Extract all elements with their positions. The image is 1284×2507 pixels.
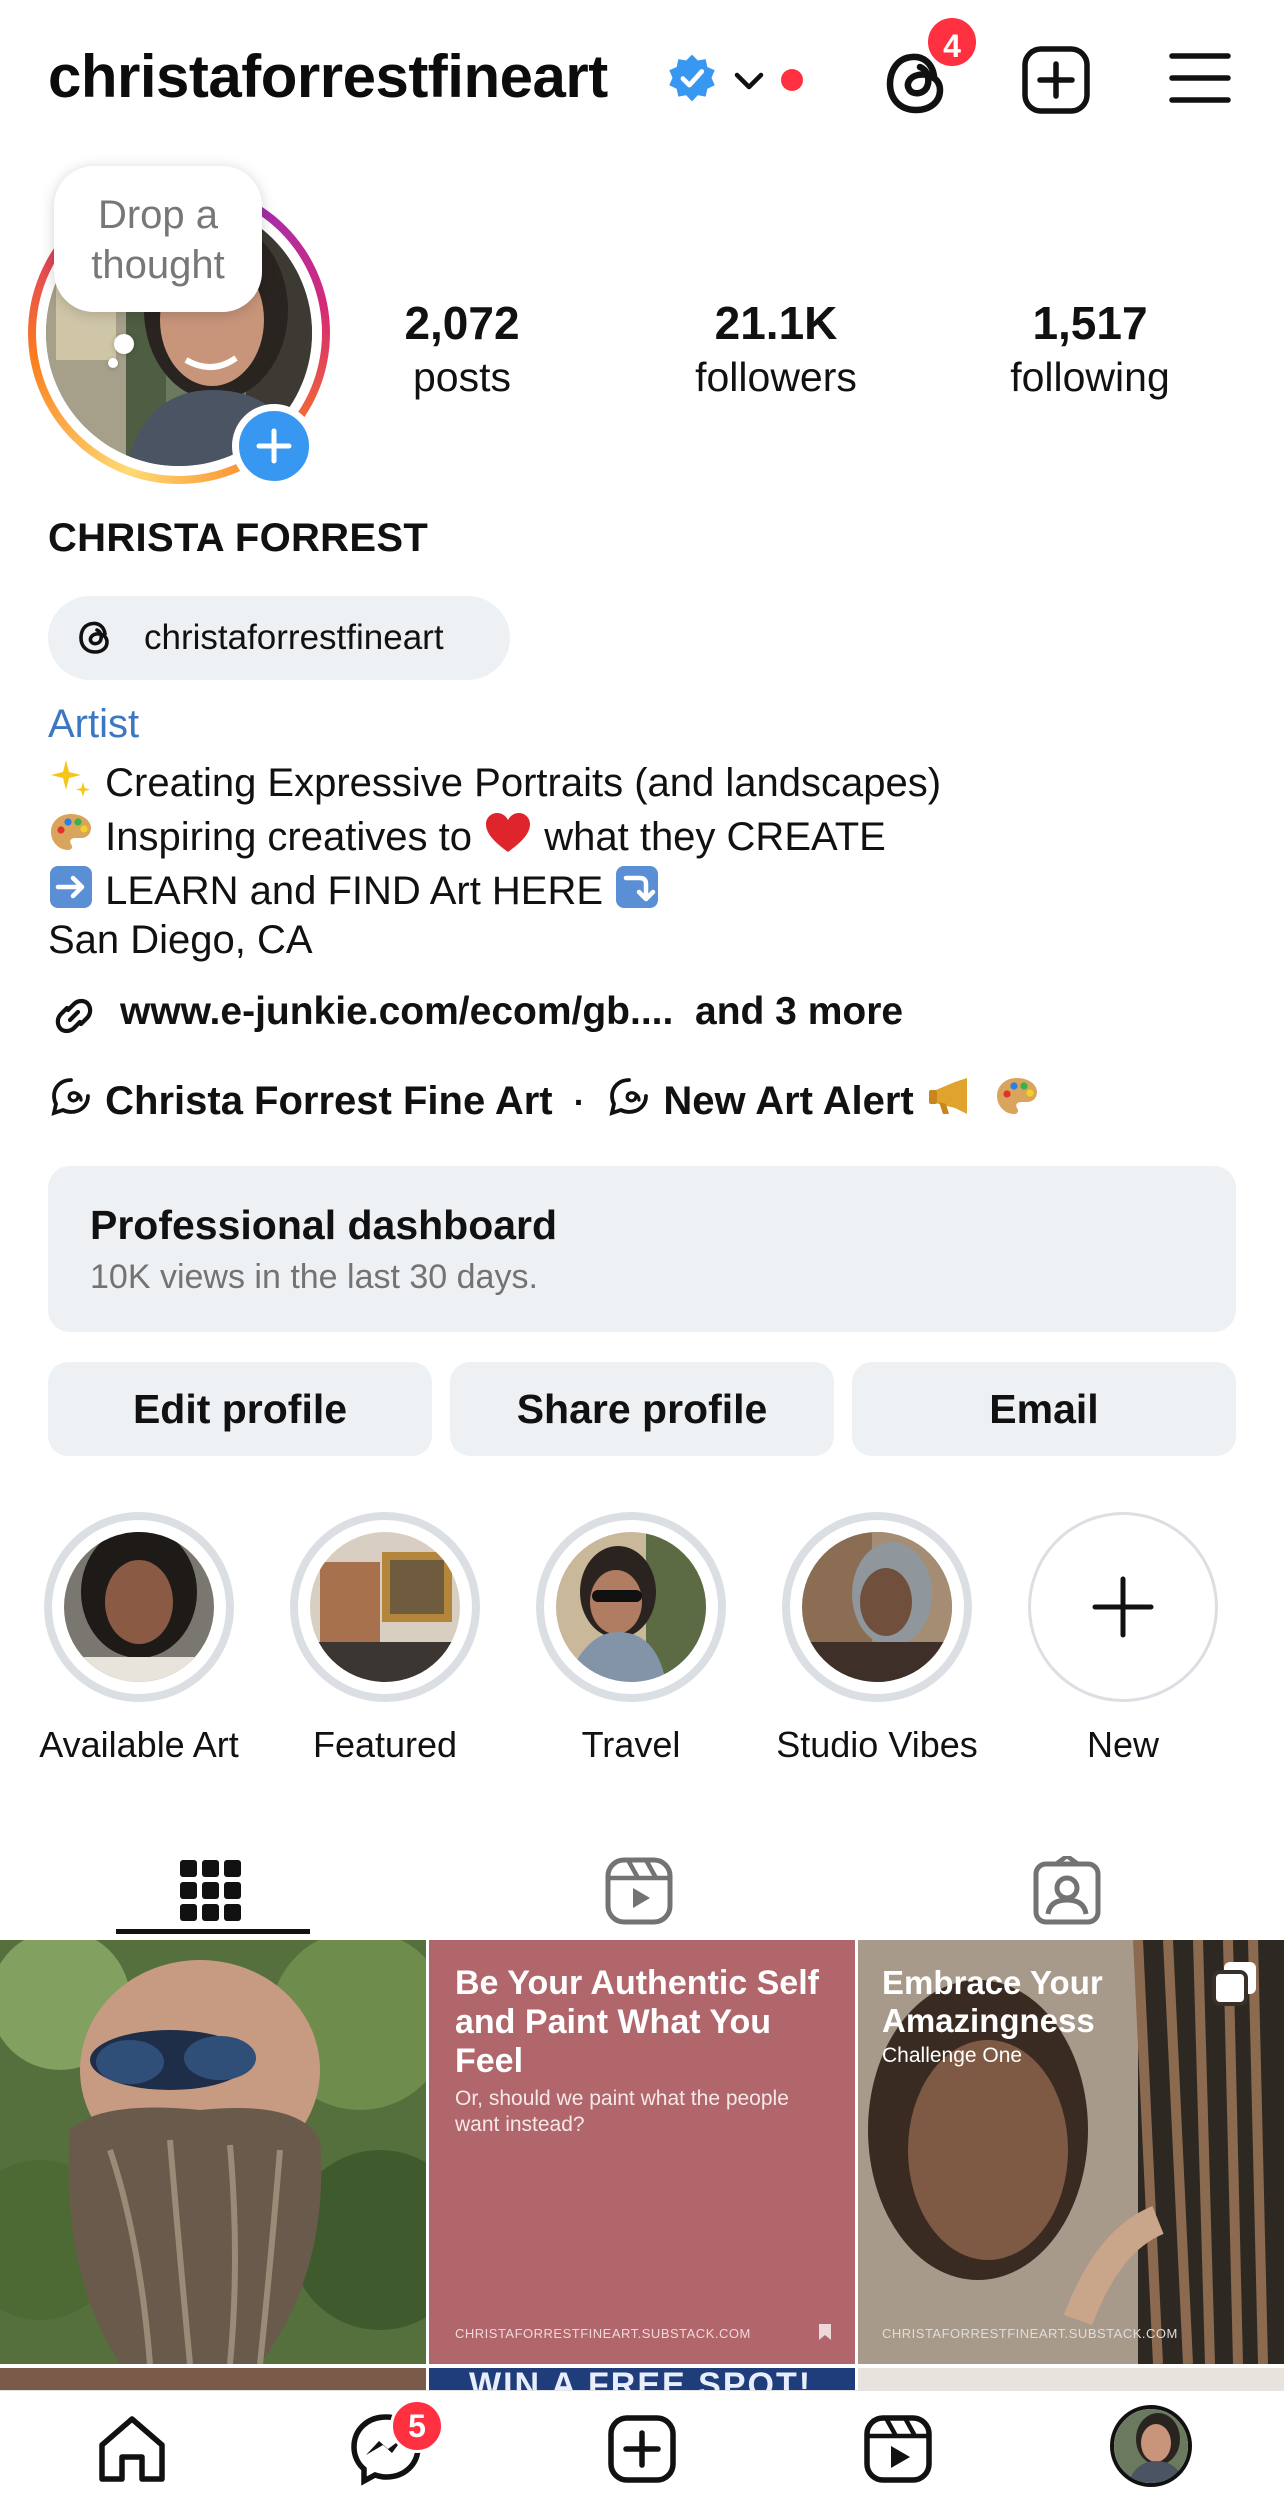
- stat-label: following: [1010, 354, 1170, 400]
- threads-links-row: Christa Forrest Fine Art · New Art Alert: [48, 1074, 1042, 1134]
- palette-icon: [51, 814, 91, 850]
- email-button[interactable]: Email: [852, 1362, 1236, 1456]
- bio-text: Creating Expressive Portraits (and lands…: [105, 761, 942, 805]
- menu-icon[interactable]: [1168, 50, 1232, 106]
- threads-link-2[interactable]: New Art Alert: [663, 1079, 913, 1123]
- link-url[interactable]: www.e-junkie.com/ecom/gb....: [120, 990, 673, 1033]
- post-image-painting: [0, 1940, 426, 2364]
- megaphone-icon: [928, 1078, 967, 1114]
- note-bubble-tail: [114, 334, 134, 354]
- messages-count-badge: 5: [390, 2399, 444, 2453]
- threads-profile-chip[interactable]: christaforrestfineart: [48, 596, 510, 680]
- profile-avatar[interactable]: [1110, 2405, 1192, 2487]
- arrow-curving-down-icon: [616, 866, 659, 908]
- bottom-navigation: 5: [0, 2390, 1284, 2507]
- red-heart-icon: [486, 813, 531, 852]
- threads-count-badge: 4: [924, 14, 980, 70]
- highlight-featured[interactable]: Featured: [290, 1512, 480, 1766]
- active-tab-indicator: [116, 1929, 310, 1934]
- threads-handle: christaforrestfineart: [144, 618, 444, 657]
- stat-posts[interactable]: 2,072 posts: [332, 296, 592, 401]
- threads-icon: [79, 621, 109, 654]
- stat-value: 1,517: [1032, 297, 1148, 349]
- create-icon[interactable]: [1020, 44, 1092, 116]
- threads-link-1[interactable]: Christa Forrest Fine Art: [105, 1079, 552, 1123]
- stat-followers[interactable]: 21.1K followers: [646, 296, 906, 401]
- create-icon[interactable]: [602, 2409, 682, 2489]
- bio-line-1: Creating Expressive Portraits (and lands…: [48, 756, 941, 806]
- post-footer: CHRISTAFORRESTFINEART.SUBSTACK.COM: [882, 2326, 1178, 2341]
- post-subtitle: Or, should we paint what the people want…: [455, 2087, 789, 2136]
- post-tile[interactable]: [0, 1940, 426, 2364]
- stat-value: 21.1K: [714, 297, 838, 349]
- professional-dashboard-card[interactable]: Professional dashboard 10K views in the …: [48, 1166, 1236, 1332]
- separator-dot: ·: [573, 1084, 586, 1122]
- stat-value: 2,072: [404, 297, 520, 349]
- verified-badge-icon: [669, 54, 715, 102]
- home-icon[interactable]: [92, 2409, 172, 2489]
- link-icon: [55, 998, 93, 1034]
- tab-tagged[interactable]: [856, 1830, 1284, 1934]
- highlight-label: Featured: [312, 1724, 458, 1765]
- highlight-cover: [64, 1532, 214, 1682]
- post-tile[interactable]: Embrace Your Amazingness Challenge One C…: [858, 1940, 1284, 2364]
- post-subtitle: Challenge One: [882, 2044, 1023, 2067]
- highlight-label: Available Art: [39, 1724, 239, 1765]
- plus-icon: [1092, 1576, 1154, 1638]
- stat-following[interactable]: 1,517 following: [960, 296, 1220, 401]
- carousel-icon: [1212, 1962, 1256, 2006]
- bio-text: Inspiring creatives to: [105, 815, 472, 859]
- tagged-icon: [1033, 1856, 1101, 1925]
- thread-bubble-icon: [609, 1078, 649, 1116]
- note-bubble[interactable]: Drop a thought: [54, 166, 262, 312]
- notification-dot: [781, 69, 803, 91]
- thread-bubble-icon: [51, 1078, 90, 1116]
- dashboard-subtitle: 10K views in the last 30 days.: [90, 1258, 538, 1296]
- sparkles-icon: [51, 760, 90, 797]
- right-arrow-icon: [50, 866, 92, 908]
- highlight-cover: [310, 1532, 460, 1682]
- dashboard-title: Professional dashboard: [90, 1202, 558, 1248]
- profile-header: christaforrestfineart 4: [0, 0, 1284, 160]
- bio-text: LEARN and FIND Art HERE: [105, 869, 604, 913]
- bio-line-3: LEARN and FIND Art HERE: [48, 864, 660, 914]
- post-tile[interactable]: Be Your Authentic Self and Paint What Yo…: [429, 1940, 855, 2364]
- tab-grid[interactable]: [0, 1830, 428, 1934]
- tab-reels[interactable]: [428, 1830, 856, 1934]
- new-highlight-button[interactable]: New: [1028, 1512, 1218, 1766]
- highlight-label: Studio Vibes: [776, 1724, 978, 1765]
- stat-label: posts: [413, 354, 511, 400]
- edit-profile-button[interactable]: Edit profile: [48, 1362, 432, 1456]
- post-footer: CHRISTAFORRESTFINEART.SUBSTACK.COM: [455, 2326, 751, 2341]
- link-more[interactable]: and 3 more: [695, 990, 903, 1033]
- bio-text: what they CREATE: [544, 815, 886, 859]
- highlight-available-art[interactable]: Available Art: [39, 1512, 239, 1766]
- note-bubble-tail-small: [108, 358, 118, 368]
- highlight-cover: [802, 1532, 952, 1682]
- stat-label: followers: [695, 354, 857, 400]
- grid-icon: [180, 1860, 241, 1921]
- full-name: CHRISTA FORREST: [48, 516, 429, 560]
- highlight-label: New: [1086, 1724, 1160, 1765]
- bookmark-icon: [819, 2324, 831, 2340]
- post-title: Embrace Your Amazingness: [882, 1964, 1103, 2039]
- highlight-studio-vibes[interactable]: Studio Vibes: [776, 1512, 978, 1766]
- palette-icon: [996, 1078, 1037, 1114]
- share-profile-button[interactable]: Share profile: [450, 1362, 834, 1456]
- reels-icon[interactable]: [858, 2409, 938, 2489]
- post-title: Be Your Authentic Self and Paint What Yo…: [455, 1964, 819, 2080]
- add-story-button[interactable]: [232, 404, 316, 488]
- highlight-cover: [556, 1532, 706, 1682]
- bio-line-2: Inspiring creatives to what they CREATE: [48, 810, 886, 860]
- bio-line-4: San Diego, CA: [48, 918, 313, 962]
- chevron-down-icon[interactable]: [730, 62, 768, 100]
- highlight-travel[interactable]: Travel: [536, 1512, 726, 1766]
- username-switcher[interactable]: christaforrestfineart: [48, 42, 608, 111]
- category-label: Artist: [48, 702, 140, 746]
- reels-icon: [605, 1857, 673, 1925]
- highlight-label: Travel: [581, 1724, 681, 1765]
